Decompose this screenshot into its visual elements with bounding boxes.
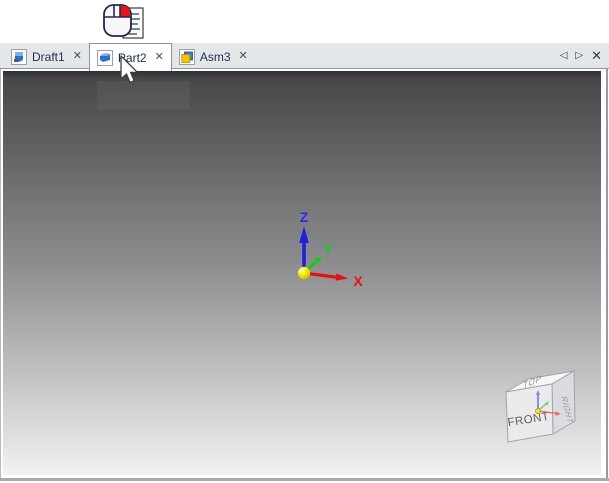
application-window: Draft1 ✕ Part2 ✕ Asm3 ✕ — [0, 0, 609, 483]
tab-asm3[interactable]: Asm3 ✕ — [172, 45, 255, 68]
close-document-icon[interactable]: ✕ — [591, 49, 602, 62]
document-tab-bar: Draft1 ✕ Part2 ✕ Asm3 ✕ — [0, 43, 609, 69]
tab-bar-controls: ◁ ▷ ✕ — [560, 49, 609, 68]
close-icon[interactable]: ✕ — [239, 51, 248, 62]
assembly-document-icon — [179, 49, 195, 65]
close-icon[interactable]: ✕ — [155, 52, 164, 63]
x-axis-label: X — [353, 273, 363, 289]
y-axis-label: Y — [323, 241, 333, 257]
window-frame-right — [606, 69, 608, 481]
faded-overlay-rectangle — [97, 81, 190, 109]
view-cube[interactable]: FRONT TOP RIGHT — [498, 366, 590, 458]
window-frame-left — [0, 69, 1, 481]
3d-viewport[interactable]: Y X Z FRONT — [3, 71, 601, 475]
x-axis: X — [304, 273, 363, 289]
z-axis: Z — [299, 209, 309, 273]
draft-document-icon — [11, 49, 27, 65]
tab-label: Asm3 — [200, 50, 231, 64]
window-frame-bottom — [0, 478, 609, 481]
z-axis-label: Z — [300, 209, 309, 225]
scroll-tabs-right-icon[interactable]: ▷ — [575, 51, 583, 61]
part-document-icon — [97, 50, 113, 66]
origin-sphere — [298, 267, 310, 279]
mouse-cursor-icon — [119, 55, 139, 86]
tab-label: Draft1 — [32, 50, 65, 64]
mouse-icon — [104, 5, 131, 36]
tab-draft1[interactable]: Draft1 ✕ — [4, 45, 89, 68]
y-axis: Y — [304, 241, 333, 273]
coordinate-triad: Y X Z — [270, 200, 380, 300]
right-mouse-button-hint-icon — [102, 1, 146, 41]
close-icon[interactable]: ✕ — [73, 51, 82, 62]
scroll-tabs-left-icon[interactable]: ◁ — [560, 51, 568, 61]
